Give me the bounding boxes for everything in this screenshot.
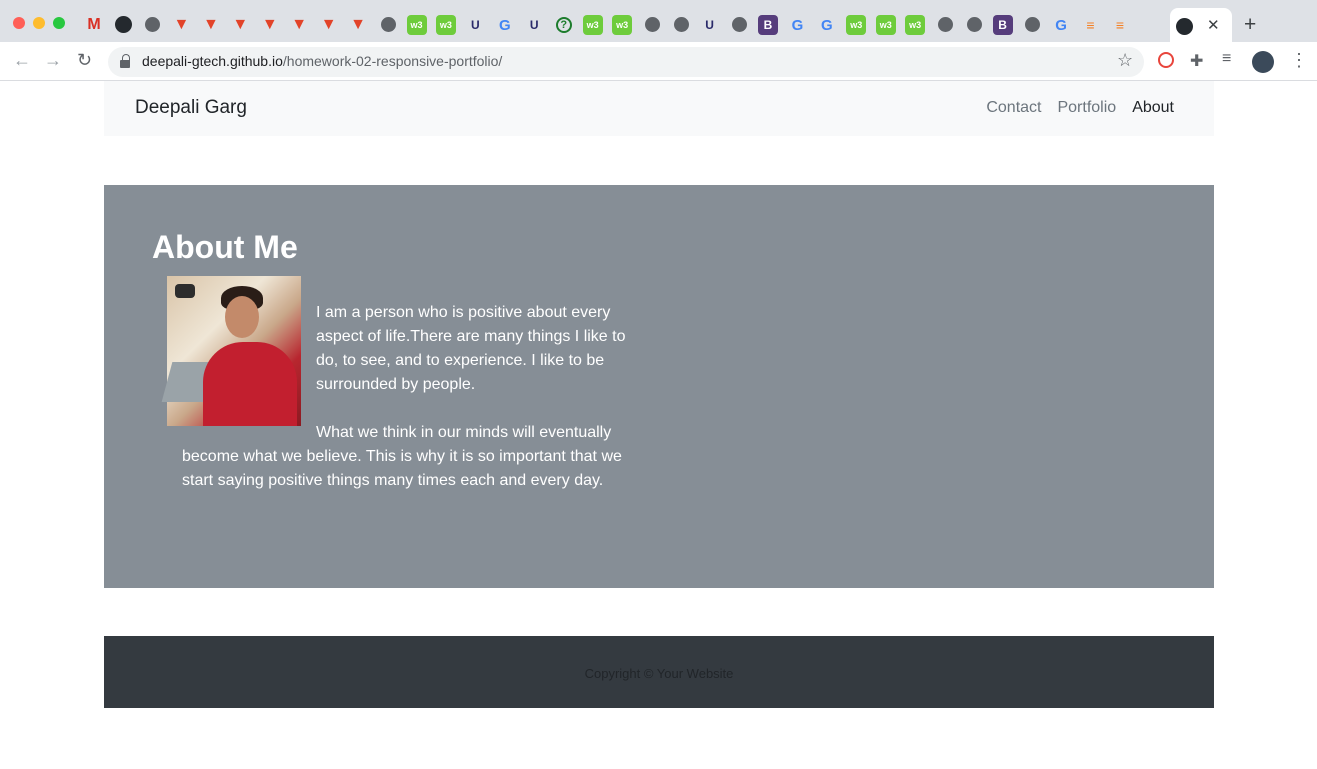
reload-button[interactable]: ↻ xyxy=(77,50,92,71)
bootstrap-icon[interactable]: B xyxy=(758,15,778,35)
google-icon[interactable]: G xyxy=(817,15,837,35)
globe-icon[interactable] xyxy=(145,17,161,32)
google-icon[interactable]: G xyxy=(787,15,807,35)
nav-link-about[interactable]: About xyxy=(1132,99,1174,117)
forward-button[interactable]: → xyxy=(44,50,62,71)
new-tab-button[interactable]: + xyxy=(1244,13,1256,37)
w3-icon[interactable]: w3 xyxy=(582,15,603,35)
stackoverflow-icon[interactable]: ≡ xyxy=(1081,15,1101,35)
gitlab-icon[interactable]: ▼ xyxy=(289,15,309,35)
profile-photo xyxy=(161,276,301,426)
globe-icon[interactable] xyxy=(1025,17,1041,32)
brand-link[interactable]: Deepali Garg xyxy=(135,97,247,119)
w3-icon[interactable]: w3 xyxy=(612,15,633,35)
ucd-icon[interactable]: U xyxy=(524,15,544,35)
globe-icon[interactable] xyxy=(644,17,660,32)
nav-link-contact[interactable]: Contact xyxy=(986,99,1041,117)
nav-links: Contact Portfolio About xyxy=(986,99,1174,117)
globe-icon[interactable] xyxy=(937,17,953,32)
lock-icon[interactable] xyxy=(120,54,130,68)
url-text[interactable]: deepali-gtech.github.io/homework-02-resp… xyxy=(142,53,502,69)
w3-icon[interactable]: w3 xyxy=(905,15,926,35)
page-viewport: Deepali Garg Contact Portfolio About Abo… xyxy=(0,81,1317,769)
browser-toolbar: ← → ↻ deepali-gtech.github.io/homework-0… xyxy=(0,42,1317,81)
gmail-icon[interactable]: M xyxy=(84,15,104,35)
question-icon[interactable]: ? xyxy=(555,17,572,33)
ucd-icon[interactable]: U xyxy=(465,15,485,35)
w3-icon[interactable]: w3 xyxy=(875,15,896,35)
google-icon[interactable]: G xyxy=(1051,15,1071,35)
site-navbar: Deepali Garg Contact Portfolio About xyxy=(104,81,1214,136)
stackoverflow-icon[interactable]: ≡ xyxy=(1110,15,1130,35)
w3-icon[interactable]: w3 xyxy=(406,15,427,35)
about-body: I am a person who is positive about ever… xyxy=(161,276,636,493)
site-footer: Copyright © Your Website xyxy=(104,636,1214,708)
maximize-window-button[interactable] xyxy=(53,17,65,29)
gitlab-icon[interactable]: ▼ xyxy=(230,15,250,35)
globe-icon[interactable] xyxy=(732,17,747,32)
github-icon[interactable] xyxy=(115,16,133,33)
bookmark-star-icon[interactable]: ☆ xyxy=(1117,50,1133,71)
gitlab-icon[interactable]: ▼ xyxy=(260,15,280,35)
google-icon[interactable]: G xyxy=(495,15,515,35)
extensions-puzzle-icon[interactable]: ✚ xyxy=(1190,51,1203,71)
ucd-icon[interactable]: U xyxy=(700,15,720,35)
w3-icon[interactable]: w3 xyxy=(846,15,867,35)
url-path: /homework-02-responsive-portfolio/ xyxy=(282,53,503,69)
tab-close-button[interactable]: ✕ xyxy=(1207,16,1220,34)
about-section: About Me I am a person who is positive a… xyxy=(104,185,1214,588)
gitlab-icon[interactable]: ▼ xyxy=(201,15,221,35)
nav-link-portfolio[interactable]: Portfolio xyxy=(1057,99,1116,117)
pinned-tabs: M ▼ ▼ ▼ ▼ ▼ ▼ ▼ w3 w3 U G U? w3 w3 U B G Gw3 w3 w3 B G ≡ ≡ xyxy=(84,15,1139,39)
github-icon xyxy=(1176,18,1193,35)
bootstrap-icon[interactable]: B xyxy=(992,15,1013,35)
tab-strip: M ▼ ▼ ▼ ▼ ▼ ▼ ▼ w3 w3 U G U? w3 w3 U B G Gw3 w3 w3 B G ≡ ≡ ✕ + xyxy=(0,0,1317,42)
about-title: About Me xyxy=(152,229,298,265)
extension-icon[interactable] xyxy=(1158,52,1174,68)
address-bar[interactable]: deepali-gtech.github.io/homework-02-resp… xyxy=(108,47,1144,77)
globe-icon[interactable] xyxy=(673,17,689,32)
copyright-text: Copyright © Your Website xyxy=(584,666,734,681)
w3-icon[interactable]: w3 xyxy=(435,15,456,35)
media-control-icon[interactable]: ≡ xyxy=(1222,50,1231,68)
browser-menu-icon[interactable]: ⋮ xyxy=(1290,50,1308,71)
url-domain: deepali-gtech.github.io xyxy=(142,53,283,69)
gitlab-icon[interactable]: ▼ xyxy=(348,15,368,35)
profile-avatar[interactable] xyxy=(1252,51,1274,73)
gitlab-icon[interactable]: ▼ xyxy=(319,15,339,35)
globe-icon[interactable] xyxy=(966,17,982,32)
globe-icon[interactable] xyxy=(380,17,396,32)
close-window-button[interactable] xyxy=(13,17,25,29)
gitlab-icon[interactable]: ▼ xyxy=(171,15,191,35)
minimize-window-button[interactable] xyxy=(33,17,45,29)
back-button[interactable]: ← xyxy=(13,50,31,71)
